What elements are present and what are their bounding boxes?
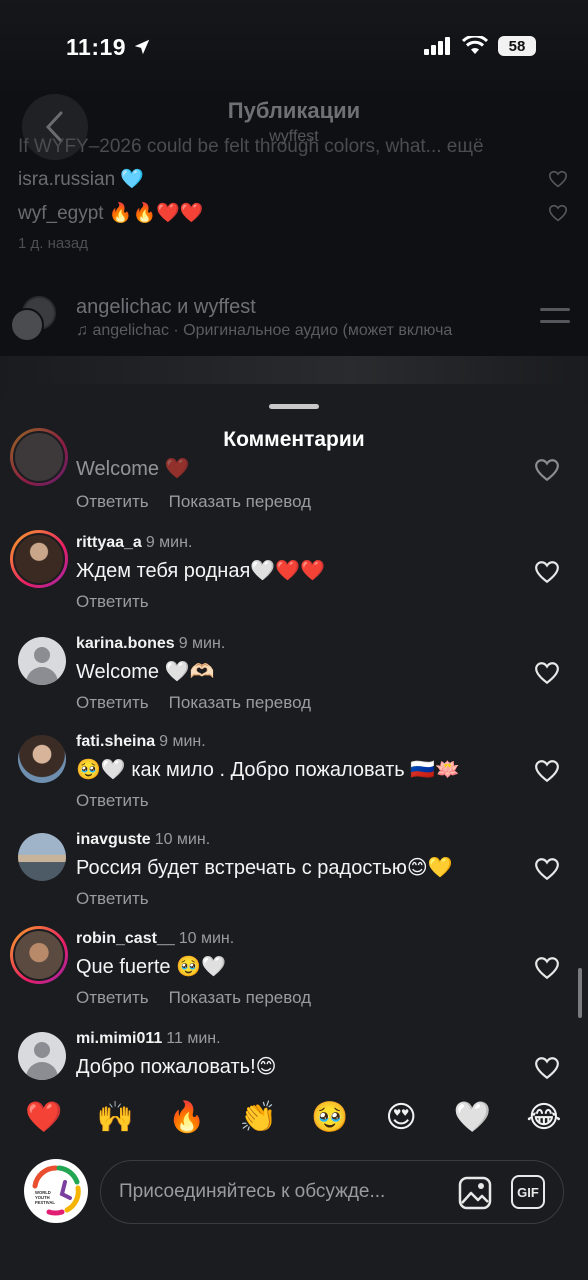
list-item: robin_cast__ 10 мин. Que fuerte 🥹🤍 Ответи… (0, 926, 588, 1026)
comment-actions: Ответить Показать перевод (76, 693, 331, 713)
comment-input-placeholder: Присоединяйтесь к обсужде... (119, 1181, 386, 1202)
reply-button[interactable]: Ответить (76, 492, 149, 511)
menu-icon[interactable] (540, 308, 570, 332)
translate-button[interactable]: Показать перевод (169, 693, 311, 712)
comment-text: Que fuerte 🥹🤍 (76, 956, 226, 978)
comment-actions: Ответить Показать перевод (76, 988, 331, 1008)
reaction-fire[interactable]: 🔥 (165, 1100, 209, 1144)
comment-time: 9 мин. (159, 733, 206, 750)
comment-text: Ждем тебя родная🤍❤️❤️ (76, 560, 325, 582)
image-icon[interactable] (457, 1175, 493, 1211)
avatar[interactable] (10, 308, 44, 342)
list-item: inavguste 10 мин. Россия будет встречать … (0, 827, 588, 927)
comment-actions: Ответить Показать перевод (76, 492, 331, 512)
heart-icon[interactable] (534, 1056, 560, 1080)
heart-icon[interactable] (548, 204, 568, 222)
comment-username[interactable]: fati.sheina 9 мин. (76, 733, 206, 751)
reply-button[interactable]: Ответить (76, 988, 149, 1007)
comment-username[interactable]: robin_cast__ 10 мин. (76, 930, 234, 948)
reply-button[interactable]: Ответить (76, 592, 149, 611)
comment-time: 9 мин. (145, 534, 193, 551)
comment-input[interactable]: Присоединяйтесь к обсужде... GIF (100, 1160, 564, 1224)
heart-icon[interactable] (534, 956, 560, 980)
background-comment: isra.russian 🩵 (18, 169, 145, 190)
reaction-raised-hands[interactable]: 🙌 (93, 1100, 137, 1144)
heart-icon[interactable] (548, 170, 568, 188)
avatar[interactable] (10, 530, 68, 588)
avatar[interactable] (18, 637, 66, 685)
status-icons: 58 (424, 36, 536, 56)
comment-time: 11 мин. (166, 1030, 221, 1047)
reaction-laugh[interactable]: 😂 (522, 1100, 566, 1144)
list-item: rittyaa_a 9 мин. Ждем тебя родная🤍❤️❤️ От… (0, 530, 588, 630)
background-comment: wyf_egypt 🔥🔥❤️❤️ (18, 203, 204, 224)
festival-logo: WORLD YOUTH FESTIVAL (32, 1165, 81, 1216)
signal-icon (424, 37, 450, 55)
reaction-heart[interactable]: ❤️ (22, 1100, 66, 1144)
comment-text: Добро пожаловать!😊 (76, 1056, 277, 1078)
quick-reactions: ❤️ 🙌 🔥 👏 🥹 😍 🤍 😂 (0, 1100, 588, 1144)
sheet-grabber[interactable] (269, 404, 319, 409)
post-time: 1 д. назад (18, 235, 89, 252)
scrollbar[interactable] (578, 968, 582, 1018)
list-item: fati.sheina 9 мин. 🥹🤍 как мило . Добро по… (0, 729, 588, 829)
avatar[interactable] (10, 926, 68, 984)
location-arrow-icon (134, 39, 150, 55)
reaction-clap[interactable]: 👏 (236, 1100, 280, 1144)
wifi-icon (462, 36, 488, 54)
audio-label[interactable]: ♫ angelichac · Оригинальное аудио (может… (76, 322, 526, 340)
svg-text:FESTIVAL: FESTIVAL (35, 1200, 55, 1205)
translate-button[interactable]: Показать перевод (169, 492, 311, 511)
user-avatar[interactable]: WORLD YOUTH FESTIVAL (24, 1159, 88, 1223)
reaction-heart-eyes[interactable]: 😍 (379, 1100, 423, 1144)
comment-text: Россия будет встречать с радостью😊💛 (76, 857, 453, 879)
page-title: Публикации (227, 98, 361, 123)
avatar[interactable] (18, 1032, 66, 1080)
post-caption[interactable]: If WYFY–2026 could be felt through color… (18, 136, 484, 158)
comment-username[interactable]: inavguste 10 мин. (76, 831, 210, 849)
reply-button[interactable]: Ответить (76, 791, 149, 810)
heart-icon[interactable] (534, 759, 560, 783)
comment-actions: Ответить (76, 592, 169, 612)
comments-sheet: Welcome ❤️ Ответить Показать перевод ritt… (0, 384, 588, 1280)
heart-icon[interactable] (534, 857, 560, 881)
comment-username[interactable]: karina.bones 9 мин. (76, 635, 225, 653)
avatar[interactable] (18, 735, 66, 783)
list-item: karina.bones 9 мин. Welcome 🤍🫶🏻 Ответить П… (0, 631, 588, 731)
comment-username[interactable]: mi.mimi011 11 мин. (76, 1030, 221, 1048)
comment-list[interactable]: Welcome ❤️ Ответить Показать перевод ritt… (0, 418, 588, 1098)
reply-button[interactable]: Ответить (76, 889, 149, 908)
status-bar: 11:19 58 (0, 0, 588, 96)
avatar[interactable] (18, 833, 66, 881)
comment-text: Welcome 🤍🫶🏻 (76, 661, 215, 683)
comment-time: 10 мин. (178, 930, 235, 947)
reaction-pleading[interactable]: 🥹 (308, 1100, 352, 1144)
heart-icon[interactable] (534, 661, 560, 685)
reply-button[interactable]: Ответить (76, 693, 149, 712)
comment-text: Welcome ❤️ (76, 458, 190, 480)
clock: 11:19 (66, 34, 151, 61)
gif-button[interactable]: GIF (511, 1175, 545, 1209)
sheet-title: Комментарии (223, 428, 365, 451)
list-item: mi.mimi011 11 мин. Добро пожаловать!😊 (0, 1026, 588, 1098)
comment-text: 🥹🤍 как мило . Добро пожаловать 🇷🇺🪷 (76, 759, 461, 781)
comment-actions: Ответить (76, 791, 169, 811)
post-authors[interactable]: angelichac и wyffest (76, 296, 256, 319)
comment-time: 9 мин. (178, 635, 226, 652)
heart-icon[interactable] (534, 458, 560, 482)
battery-indicator: 58 (498, 36, 536, 56)
comment-time: 10 мин. (154, 831, 211, 848)
reaction-white-heart[interactable]: 🤍 (451, 1100, 495, 1144)
comment-actions: Ответить (76, 889, 169, 909)
translate-button[interactable]: Показать перевод (169, 988, 311, 1007)
comment-username[interactable]: rittyaa_a 9 мин. (76, 534, 192, 552)
heart-icon[interactable] (534, 560, 560, 584)
